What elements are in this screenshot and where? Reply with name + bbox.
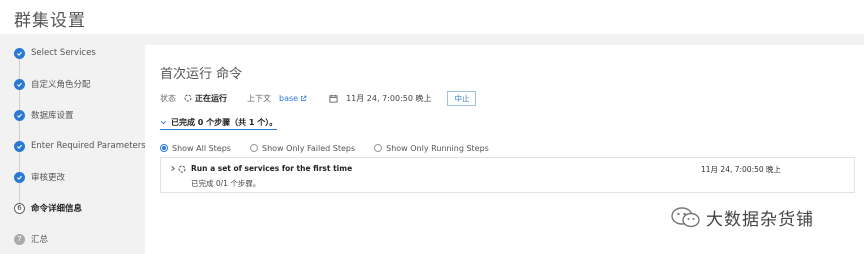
filter-show-all-steps[interactable]: Show All Steps [160, 144, 231, 153]
wizard-step-label: 自定义角色分配 [31, 80, 91, 90]
filter-label: Show Only Failed Steps [261, 143, 356, 153]
abort-button[interactable]: 中止 [447, 90, 477, 106]
step-number-badge: 7 [14, 233, 25, 245]
filter-show-failed-steps[interactable]: Show Only Failed Steps [249, 143, 356, 153]
check-icon [14, 109, 25, 121]
command-start-time: 11月 24, 7:00:50 晚上 [346, 93, 432, 103]
command-title: 首次运行 命令 [160, 67, 243, 82]
wizard-step-database-setup[interactable]: 数据库设置 [14, 105, 74, 125]
wizard-step-label: 命令详细信息 [31, 204, 83, 214]
wizard-step-command-details[interactable]: 6 命令详细信息 [14, 198, 82, 218]
wizard-step-required-parameters[interactable]: Enter Required Parameters [14, 136, 146, 156]
step-row-title: Run a set of services for the first time [191, 164, 353, 173]
step-number-badge: 6 [14, 202, 25, 214]
chevron-down-icon [161, 121, 166, 125]
spinner-icon [178, 165, 186, 173]
filter-label: Show All Steps [172, 143, 231, 153]
check-icon [14, 47, 25, 59]
check-icon [14, 140, 25, 152]
watermark: 大数据杂货铺 [670, 205, 814, 230]
calendar-icon [329, 94, 338, 103]
spinner-icon [184, 94, 192, 102]
step-row-time: 11月 24, 7:00:50 晚上 [701, 165, 782, 174]
context-link[interactable]: base [279, 94, 298, 103]
step-row-progress: 已完成 0/1 个步骤。 [191, 179, 261, 188]
check-icon [14, 78, 25, 90]
command-status-row: 状态 正在运行 上下文 base 11月 24, 7:00:50 晚上 中止 [160, 90, 477, 106]
wizard-step-review-changes[interactable]: 审核更改 [14, 167, 65, 187]
wizard-step-label: 数据库设置 [31, 111, 74, 121]
wizard-step-role-assignment[interactable]: 自定义角色分配 [14, 74, 91, 94]
wizard-step-select-services[interactable]: Select Services [14, 43, 96, 63]
wizard-step-summary[interactable]: 7 汇总 [14, 229, 48, 249]
step-filter-group: Show All Steps Show Only Failed Steps Sh… [160, 142, 508, 154]
radio-unchecked-icon[interactable] [249, 144, 258, 152]
watermark-text: 大数据杂货铺 [706, 209, 814, 230]
wizard-step-label: Select Services [31, 48, 96, 58]
external-link-icon[interactable] [300, 95, 307, 102]
page-title: 群集设置 [14, 11, 86, 31]
wizard-step-label: Enter Required Parameters [31, 141, 146, 151]
status-value: 正在运行 [195, 93, 227, 103]
steps-table: Run a set of services for the first time… [160, 157, 855, 193]
radio-checked-icon[interactable] [160, 144, 168, 152]
wizard-step-label: 审核更改 [31, 173, 66, 183]
steps-summary-toggle[interactable]: 已完成 0 个步骤（共 1 个）。 [160, 118, 278, 130]
wechat-icon [671, 207, 700, 228]
check-icon [14, 171, 25, 183]
chevron-right-icon[interactable] [170, 165, 176, 172]
context-label: 上下文 [247, 93, 271, 103]
radio-unchecked-icon[interactable] [374, 144, 383, 152]
filter-label: Show Only Running Steps [386, 143, 489, 153]
filter-show-running-steps[interactable]: Show Only Running Steps [374, 144, 489, 153]
status-label: 状态 [160, 93, 176, 103]
wizard-step-label: 汇总 [31, 235, 49, 245]
steps-summary-text: 已完成 0 个步骤（共 1 个）。 [171, 118, 278, 127]
